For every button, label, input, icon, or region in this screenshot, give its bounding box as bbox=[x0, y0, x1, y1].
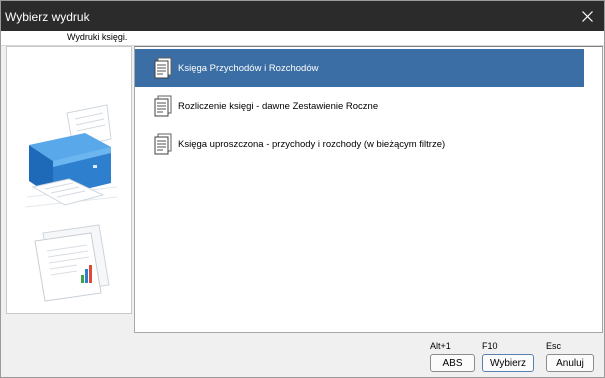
list-item[interactable]: Księga uproszczona - przychody i rozchod… bbox=[135, 125, 584, 163]
list-item-label: Rozliczenie księgi - dawne Zestawienie R… bbox=[178, 100, 379, 112]
document-icon bbox=[152, 131, 174, 157]
cancel-button[interactable]: Anuluj bbox=[546, 354, 594, 372]
header-strip: Wydruki księgi. bbox=[1, 31, 604, 46]
list-item[interactable]: Księga Przychodów i Rozchodów bbox=[135, 49, 584, 87]
abs-button[interactable]: ABS bbox=[430, 354, 475, 372]
select-button[interactable]: Wybierz bbox=[482, 354, 534, 372]
window-title: Wybierz wydruk bbox=[5, 10, 90, 24]
hotkey-label: Alt+1 bbox=[430, 341, 451, 351]
printer-illustration bbox=[24, 104, 118, 302]
illustration-panel bbox=[6, 46, 132, 314]
document-icon bbox=[152, 93, 174, 119]
report-list: Księga Przychodów i Rozchodów Rozliczeni… bbox=[134, 46, 603, 333]
list-item-label: Księga Przychodów i Rozchodów bbox=[178, 62, 319, 74]
document-icon bbox=[152, 55, 174, 81]
close-button[interactable] bbox=[570, 1, 604, 31]
hotkey-label: F10 bbox=[482, 341, 498, 351]
title-bar: Wybierz wydruk bbox=[1, 1, 604, 31]
dialog-window: Wybierz wydruk Wydruki księgi. Księga Pr… bbox=[0, 0, 605, 378]
list-item[interactable]: Rozliczenie księgi - dawne Zestawienie R… bbox=[135, 87, 584, 125]
list-item-label: Księga uproszczona - przychody i rozchod… bbox=[178, 138, 446, 150]
close-icon bbox=[581, 10, 593, 22]
hotkey-label: Esc bbox=[546, 341, 562, 351]
section-label: Wydruki księgi. bbox=[67, 32, 128, 42]
